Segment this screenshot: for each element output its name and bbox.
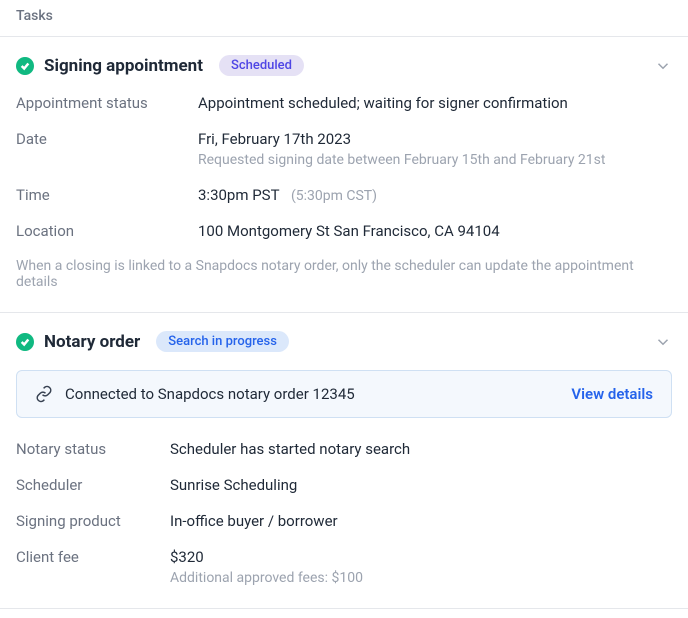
- client-fee-row: Client fee $320 Additional approved fees…: [16, 548, 672, 586]
- appointment-status-row: Appointment status Appointment scheduled…: [16, 94, 672, 112]
- chevron-down-icon[interactable]: [654, 333, 672, 351]
- location-value: 100 Montgomery St San Francisco, CA 9410…: [198, 222, 500, 240]
- connected-order-text: Connected to Snapdocs notary order 12345: [65, 385, 355, 403]
- scheduler-row: Scheduler Sunrise Scheduling: [16, 476, 672, 494]
- notary-order-title: Notary order: [44, 332, 140, 352]
- check-circle-icon: [16, 57, 34, 75]
- client-fee-label: Client fee: [16, 548, 170, 566]
- signing-appointment-header[interactable]: Signing appointment Scheduled: [16, 55, 672, 76]
- connected-order-box: Connected to Snapdocs notary order 12345…: [16, 370, 672, 418]
- location-label: Location: [16, 222, 198, 240]
- location-row: Location 100 Montgomery St San Francisco…: [16, 222, 672, 240]
- tasks-header: Tasks: [0, 0, 688, 36]
- signing-footnote: When a closing is linked to a Snapdocs n…: [16, 258, 672, 290]
- signing-product-label: Signing product: [16, 512, 170, 530]
- time-label: Time: [16, 186, 198, 204]
- notary-status-row: Notary status Scheduler has started nota…: [16, 440, 672, 458]
- link-icon: [35, 385, 53, 403]
- chevron-down-icon[interactable]: [654, 57, 672, 75]
- scheduled-badge: Scheduled: [219, 55, 304, 76]
- time-value: 3:30pm PST: [198, 186, 279, 204]
- check-circle-icon: [16, 333, 34, 351]
- search-in-progress-badge: Search in progress: [156, 331, 289, 352]
- scheduler-value: Sunrise Scheduling: [170, 476, 297, 494]
- date-note: Requested signing date between February …: [198, 152, 605, 168]
- date-label: Date: [16, 130, 198, 148]
- date-row: Date Fri, February 17th 2023 Requested s…: [16, 130, 672, 168]
- signing-appointment-section: Signing appointment Scheduled Appointmen…: [0, 37, 688, 312]
- appointment-status-value: Appointment scheduled; waiting for signe…: [198, 94, 568, 112]
- notary-status-label: Notary status: [16, 440, 170, 458]
- signing-product-row: Signing product In-office buyer / borrow…: [16, 512, 672, 530]
- notary-order-section: Notary order Search in progress Connecte…: [0, 313, 688, 608]
- client-fee-note: Additional approved fees: $100: [170, 570, 363, 586]
- signing-appointment-title: Signing appointment: [44, 56, 203, 76]
- date-value: Fri, February 17th 2023: [198, 130, 605, 148]
- time-alt: (5:30pm CST): [291, 188, 377, 204]
- client-fee-value: $320: [170, 548, 363, 566]
- appointment-status-label: Appointment status: [16, 94, 198, 112]
- notary-status-value: Scheduler has started notary search: [170, 440, 410, 458]
- view-details-link[interactable]: View details: [571, 385, 653, 403]
- divider: [0, 608, 688, 609]
- time-row: Time 3:30pm PST (5:30pm CST): [16, 186, 672, 204]
- scheduler-label: Scheduler: [16, 476, 170, 494]
- signing-product-value: In-office buyer / borrower: [170, 512, 338, 530]
- notary-order-header[interactable]: Notary order Search in progress: [16, 331, 672, 352]
